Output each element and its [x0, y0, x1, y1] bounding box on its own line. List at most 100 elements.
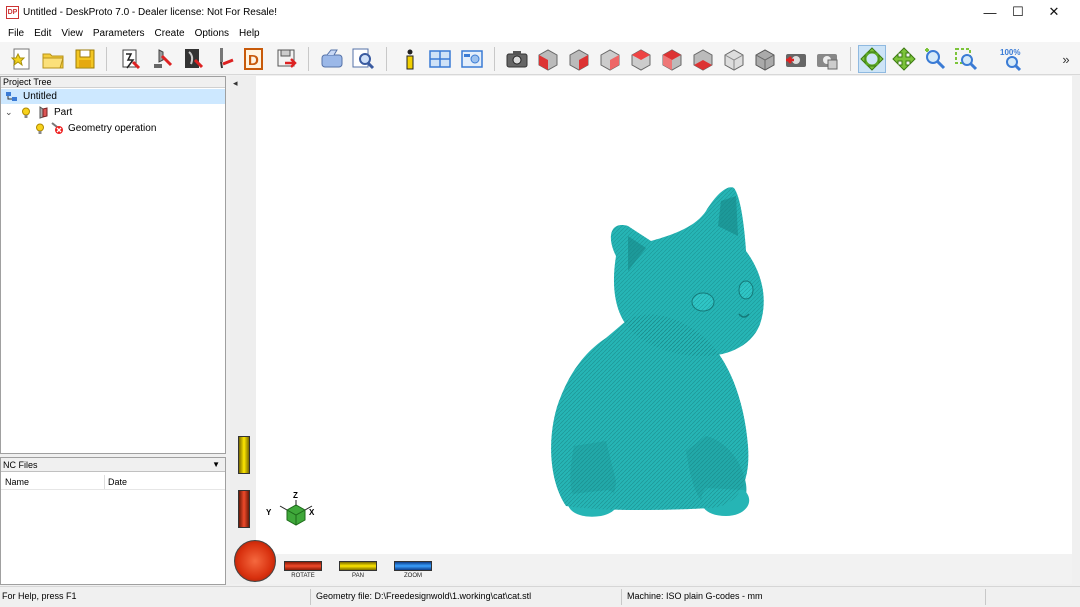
toolbar-separator [106, 47, 107, 71]
status-help-text: For Help, press F1 [2, 591, 77, 601]
project-icon [5, 91, 19, 103]
export-icon[interactable] [272, 45, 300, 73]
main-toolbar: D 100% » [0, 42, 1080, 75]
dropdown-arrow-icon[interactable]: ▼ [212, 458, 220, 472]
right-edge [1072, 76, 1080, 584]
reset-camera-icon[interactable] [782, 45, 810, 73]
window-title: Untitled - DeskProto 7.0 - Dealer licens… [23, 6, 277, 18]
axis-label-z: Z [293, 491, 298, 500]
menu-file[interactable]: File [3, 28, 29, 39]
open-project-icon[interactable] [39, 45, 67, 73]
camera-icon[interactable] [503, 45, 531, 73]
project-tree-header: Project Tree [1, 77, 225, 88]
nc-files-header[interactable]: NC Files ▼ [1, 458, 225, 472]
menu-edit[interactable]: Edit [29, 28, 56, 39]
maximize-button[interactable]: ☐ [1000, 0, 1036, 24]
rotate-wheel-vertical[interactable] [238, 490, 250, 528]
status-divider [621, 589, 622, 605]
tree-item-part[interactable]: ⌄ Part [5, 105, 72, 120]
menu-create[interactable]: Create [150, 28, 190, 39]
pan-wheel[interactable] [339, 561, 377, 571]
pan-wheel-vertical[interactable] [238, 436, 250, 474]
svg-text:D: D [248, 52, 259, 69]
preview-icon[interactable] [349, 45, 377, 73]
nc-files-panel: NC Files ▼ Name Date [0, 457, 226, 585]
project-parameters-icon[interactable] [117, 45, 145, 73]
nc-files-title: NC Files [3, 460, 38, 470]
view-right-icon[interactable] [627, 45, 655, 73]
chevron-down-icon[interactable]: ⌄ [5, 107, 15, 118]
column-divider [104, 475, 105, 489]
view-front-icon[interactable] [534, 45, 562, 73]
view-top-icon[interactable] [658, 45, 686, 73]
view-left-icon[interactable] [596, 45, 624, 73]
viewport-control-strip: ◂ [230, 76, 256, 584]
render-icon[interactable] [458, 45, 486, 73]
app-icon: DP [6, 5, 19, 19]
status-divider [985, 589, 986, 605]
info-icon[interactable] [396, 45, 424, 73]
views-icon[interactable] [426, 45, 454, 73]
tree-item-geometry-operation-label: Geometry operation [68, 123, 157, 134]
toolbar-separator [386, 47, 387, 71]
zoom-100-icon[interactable]: 100% [998, 45, 1028, 73]
column-header-date[interactable]: Date [108, 477, 127, 487]
rotate-dial[interactable] [234, 540, 276, 582]
zoom-100-label: 100% [1000, 48, 1020, 57]
status-divider [310, 589, 311, 605]
viewport-wheel-bar: ROTATE PAN ZOOM [234, 540, 1072, 584]
zoom-wheel-label: ZOOM [404, 573, 422, 579]
operation-error-icon [50, 122, 64, 135]
menu-parameters[interactable]: Parameters [88, 28, 150, 39]
title-bar: DP Untitled - DeskProto 7.0 - Dealer lic… [0, 0, 1080, 24]
menu-bar: File Edit View Parameters Create Options… [0, 24, 1080, 42]
view-iso-icon[interactable] [720, 45, 748, 73]
toolbar-separator [308, 47, 309, 71]
view-bottom-icon[interactable] [689, 45, 717, 73]
status-machine: Machine: ISO plain G-codes - mm [627, 591, 763, 601]
lightbulb-icon[interactable] [21, 107, 31, 119]
axis-label-y: Y [266, 508, 272, 517]
axis-triad: Z Y X [266, 491, 316, 542]
status-geometry-file: Geometry file: D:\Freedesignwold\1.worki… [316, 591, 532, 601]
camera-settings-icon[interactable] [813, 45, 841, 73]
menu-help[interactable]: Help [234, 28, 265, 39]
lightbulb-icon[interactable] [35, 123, 45, 135]
tool-parameters-icon[interactable] [210, 45, 238, 73]
zoom-mode-icon[interactable] [921, 45, 949, 73]
menu-options[interactable]: Options [190, 28, 234, 39]
3d-viewport[interactable]: Z Y X [256, 76, 1072, 554]
save-project-icon[interactable] [71, 45, 99, 73]
menu-view[interactable]: View [56, 28, 88, 39]
status-bar: For Help, press F1 Geometry file: D:\Fre… [0, 586, 1080, 607]
new-project-icon[interactable] [8, 45, 36, 73]
tree-item-geometry-operation[interactable]: Geometry operation [35, 121, 156, 136]
column-header-name[interactable]: Name [5, 477, 29, 487]
simulation-icon[interactable] [318, 45, 346, 73]
toolbar-overflow-button[interactable]: » [1056, 45, 1076, 73]
deskproto-window: DP Untitled - DeskProto 7.0 - Dealer lic… [0, 0, 1080, 607]
rotate-wheel-label: ROTATE [291, 573, 315, 579]
axis-label-x: X [309, 508, 315, 517]
operation-parameters-icon[interactable] [180, 45, 208, 73]
pan-wheel-label: PAN [352, 573, 364, 579]
rotate-wheel[interactable] [284, 561, 322, 571]
zoom-wheel[interactable] [394, 561, 432, 571]
zoom-window-icon[interactable] [952, 45, 980, 73]
pan-mode-icon[interactable] [890, 45, 918, 73]
tree-item-untitled[interactable]: Untitled [1, 89, 225, 104]
view-iso2-icon[interactable] [751, 45, 779, 73]
toolbar-separator [494, 47, 495, 71]
part-parameters-icon[interactable] [149, 45, 177, 73]
rotate-mode-icon[interactable] [858, 45, 886, 73]
nc-files-column-headers: Name Date [1, 474, 225, 490]
tree-item-untitled-label: Untitled [23, 91, 57, 102]
project-tree-panel: Project Tree Untitled ⌄ Part Geometry op… [0, 76, 226, 454]
tree-item-part-label: Part [54, 107, 73, 118]
toolbar-separator [850, 47, 851, 71]
collapse-panel-icon[interactable]: ◂ [233, 78, 238, 89]
view-back-icon[interactable] [565, 45, 593, 73]
part-icon [37, 106, 49, 119]
close-button[interactable]: ✕ [1036, 0, 1072, 24]
drawing-icon[interactable]: D [241, 45, 269, 73]
